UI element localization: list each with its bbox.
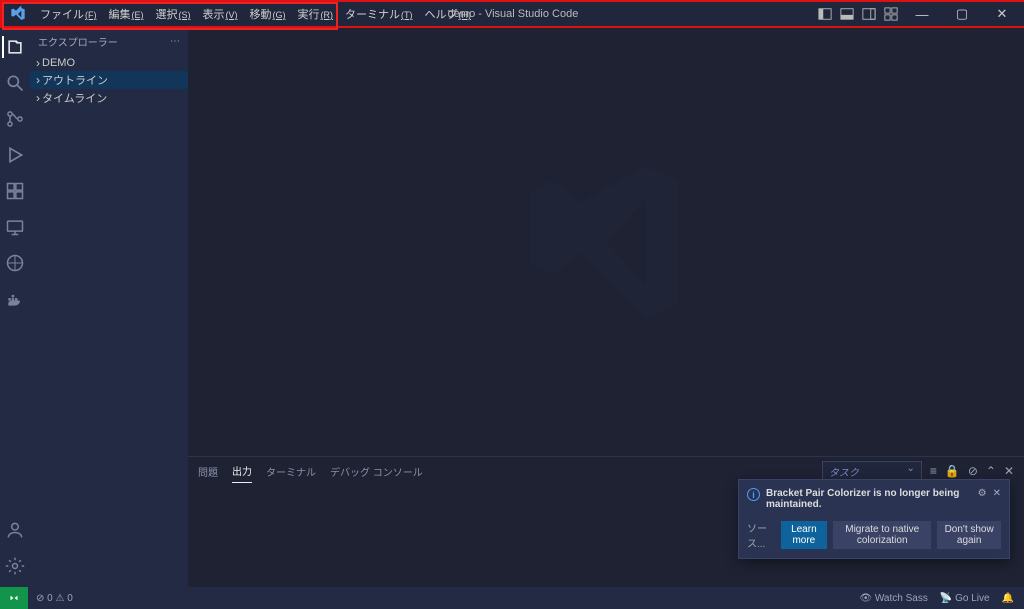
panel-tab-3[interactable]: デバッグ コンソール — [330, 460, 423, 483]
panel-chevron-up-icon[interactable]: ⌃ — [986, 464, 996, 478]
menu-0[interactable]: ファイル(F) — [34, 6, 103, 22]
menu-3[interactable]: 表示(V) — [197, 6, 244, 22]
panel-tab-2[interactable]: ターミナル — [266, 460, 316, 483]
menu-1[interactable]: 編集(E) — [103, 6, 150, 22]
toggle-secondary-sidebar-icon[interactable] — [860, 6, 878, 22]
tree-item-0[interactable]: ›DEMO — [30, 55, 188, 71]
tree-item-1[interactable]: ›アウトライン — [30, 71, 188, 89]
activity-explorer-icon[interactable] — [2, 36, 26, 58]
menu-5[interactable]: 実行(R) — [292, 6, 340, 22]
panel-list-icon[interactable]: ≡ — [930, 464, 937, 478]
activity-accounts-icon[interactable] — [4, 519, 26, 541]
chevron-right-icon: › — [36, 56, 40, 70]
notification-action-2[interactable]: Don't show again — [937, 521, 1001, 549]
notification-action-0[interactable]: Learn more — [781, 521, 828, 549]
sidebar-title-label: エクスプローラー — [38, 34, 118, 49]
activity-search-icon[interactable] — [4, 72, 26, 94]
panel-lock-icon[interactable]: 🔒 — [945, 464, 960, 478]
status-right-0[interactable]: 👁 Watch Sass — [859, 593, 927, 604]
chevron-right-icon: › — [36, 91, 40, 105]
remote-indicator[interactable] — [0, 587, 28, 609]
status-right-2[interactable]: 🔔 — [1002, 593, 1014, 604]
activity-live-share-icon[interactable] — [4, 252, 26, 274]
status-bar: ⊘ 0 ⚠ 0 👁 Watch Sass 📡 Go Live 🔔 — [0, 587, 1024, 609]
chevron-right-icon: › — [36, 73, 40, 87]
toggle-primary-sidebar-icon[interactable] — [816, 6, 834, 22]
tree-item-2[interactable]: ›タイムライン — [30, 89, 188, 107]
titlebar: ファイル(F)編集(E)選択(S)表示(V)移動(G)実行(R)ターミナル(T)… — [0, 0, 1024, 28]
notification-close-icon[interactable]: ✕ — [993, 488, 1001, 499]
info-icon: i — [747, 488, 760, 501]
panel-clear-icon[interactable]: ⊘ — [968, 464, 978, 478]
customize-layout-icon[interactable] — [882, 6, 900, 22]
notification-action-1[interactable]: Migrate to native colorization — [833, 521, 931, 549]
activity-run-debug-icon[interactable] — [4, 144, 26, 166]
notification-source[interactable]: ソース... — [747, 520, 775, 550]
sidebar-more-icon[interactable]: ⋯ — [170, 36, 180, 47]
panel-tab-0[interactable]: 問題 — [198, 460, 218, 483]
activity-bar — [0, 28, 30, 587]
panel-tab-1[interactable]: 出力 — [232, 459, 252, 483]
activity-docker-icon[interactable] — [4, 288, 26, 310]
menu-4[interactable]: 移動(G) — [244, 6, 292, 22]
activity-extensions-icon[interactable] — [4, 180, 26, 202]
toggle-panel-icon[interactable] — [838, 6, 856, 22]
window-minimize-button[interactable]: — — [904, 0, 940, 28]
vscode-app-icon — [10, 6, 26, 22]
notification-gear-icon[interactable]: ⚙ — [978, 488, 987, 499]
sidebar-explorer: エクスプローラー ⋯ ›DEMO›アウトライン›タイムライン — [30, 28, 188, 587]
activity-settings-icon[interactable] — [4, 555, 26, 577]
editor-area: 問題出力ターミナルデバッグ コンソール タスク ≡ 🔒 ⊘ ⌃ ✕ i Brac… — [188, 28, 1024, 587]
panel-close-icon[interactable]: ✕ — [1004, 464, 1014, 478]
activity-source-control-icon[interactable] — [4, 108, 26, 130]
status-right-1[interactable]: 📡 Go Live — [940, 593, 990, 604]
window-close-button[interactable]: ✕ — [984, 0, 1020, 28]
activity-remote-explorer-icon[interactable] — [4, 216, 26, 238]
editor-watermark-icon — [516, 152, 696, 332]
notification-toast: i Bracket Pair Colorizer is no longer be… — [738, 479, 1010, 559]
notification-message: Bracket Pair Colorizer is no longer bein… — [766, 488, 972, 510]
menu-6[interactable]: ターミナル(T) — [339, 6, 419, 22]
status-problems[interactable]: ⊘ 0 ⚠ 0 — [36, 593, 73, 604]
window-maximize-button[interactable]: ▢ — [944, 0, 980, 28]
menu-2[interactable]: 選択(S) — [150, 6, 197, 22]
menu-7[interactable]: ヘルプ(H) — [419, 6, 478, 22]
